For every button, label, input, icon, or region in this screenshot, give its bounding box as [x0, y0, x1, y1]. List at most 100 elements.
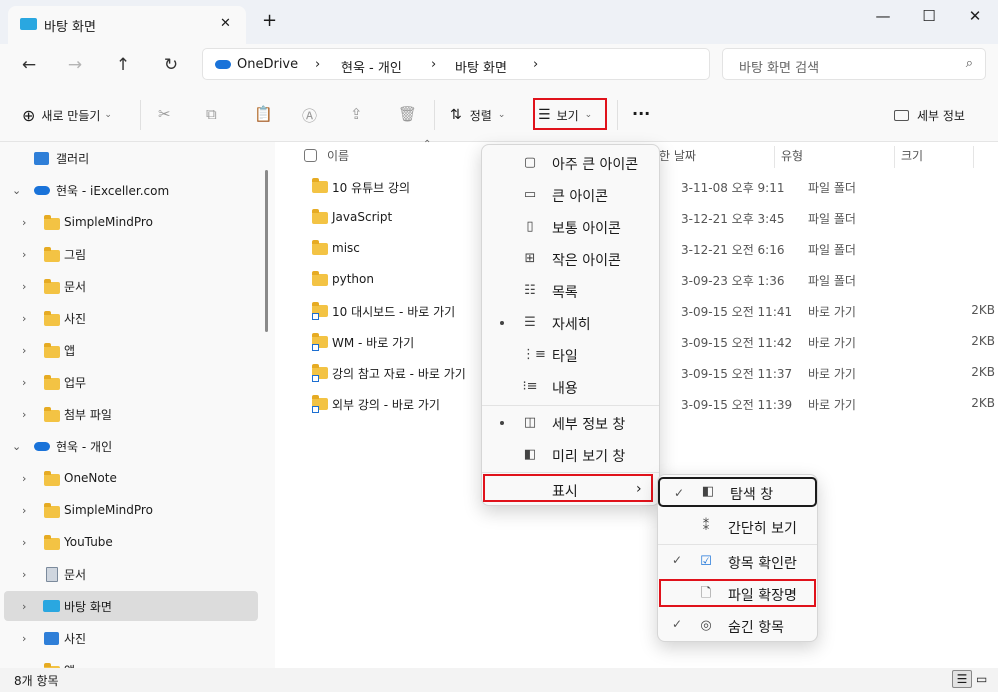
details-pane-button[interactable]: 세부 정보: [894, 102, 965, 128]
divider: [434, 100, 435, 130]
address-bar[interactable]: OneDrive › 현욱 - 개인 › 바탕 화면 ›: [202, 48, 710, 80]
menu-item-list[interactable]: ☷ 목록: [482, 275, 659, 307]
sort-button[interactable]: ⇅ 정렬 ⌄: [450, 102, 505, 128]
sidebar-item-simplemindpro-2[interactable]: › SimpleMindPro: [4, 495, 258, 525]
sidebar-item-work[interactable]: › 업무: [4, 367, 258, 397]
chevron-down-icon[interactable]: ⌄: [12, 184, 21, 197]
minimize-button[interactable]: —: [860, 0, 906, 32]
menu-item-preview-pane[interactable]: ◧ 미리 보기 창: [482, 439, 659, 471]
details-view-toggle[interactable]: ☰: [952, 670, 972, 688]
back-button[interactable]: ←: [14, 52, 44, 78]
sidebar-item-simplemindpro[interactable]: › SimpleMindPro: [4, 207, 258, 237]
sort-label: 정렬: [469, 108, 492, 123]
menu-item-extra-large-icons[interactable]: ▢ 아주 큰 아이콘: [482, 147, 659, 179]
chevron-right-icon[interactable]: ›: [22, 472, 26, 485]
close-window-button[interactable]: ✕: [952, 0, 998, 32]
search-box[interactable]: 바탕 화면 검색 ⌕: [722, 48, 986, 80]
sidebar-item-attachments[interactable]: › 첨부 파일: [4, 399, 258, 429]
chevron-right-icon[interactable]: ›: [22, 376, 26, 389]
column-divider[interactable]: [894, 146, 895, 168]
menu-item-label: 작은 아이콘: [552, 253, 621, 269]
new-button[interactable]: ⊕ 새로 만들기 ⌄: [22, 102, 112, 128]
menu-item-compact-view[interactable]: ⁑ 간단히 보기: [658, 511, 817, 543]
refresh-button[interactable]: ↻: [156, 52, 186, 78]
sidebar-item-documents[interactable]: › 문서: [4, 271, 258, 301]
file-date: 3-09-23 오후 1:36: [681, 274, 785, 288]
chevron-right-icon[interactable]: ›: [22, 280, 26, 293]
chevron-right-icon[interactable]: ›: [22, 504, 26, 517]
menu-item-details-pane[interactable]: ◫ 세부 정보 창: [482, 407, 659, 439]
sidebar-item-onenote[interactable]: › OneNote: [4, 463, 258, 493]
new-tab-button[interactable]: +: [262, 10, 277, 31]
chevron-down-icon[interactable]: ⌄: [12, 440, 21, 453]
column-divider[interactable]: [973, 146, 974, 168]
cut-icon[interactable]: ✂: [158, 105, 171, 123]
tab-close-button[interactable]: ✕: [220, 16, 231, 31]
new-label: 새로 만들기: [41, 108, 101, 123]
maximize-button[interactable]: ☐: [906, 0, 952, 32]
sidebar-item-documents-2[interactable]: › 문서: [4, 559, 258, 589]
menu-item-content[interactable]: ⁝≡ 내용: [482, 371, 659, 403]
menu-item-details[interactable]: ☰ 자세히: [482, 307, 659, 339]
menu-item-hidden-items[interactable]: ✓ ◎ 숨긴 항목: [658, 610, 817, 642]
chevron-right-icon[interactable]: ›: [22, 312, 26, 325]
column-header-type[interactable]: 유형: [781, 147, 803, 164]
column-header-date[interactable]: 한 날짜: [659, 147, 696, 164]
menu-item-item-checkboxes[interactable]: ✓ ☑ 항목 확인란: [658, 546, 817, 578]
share-icon[interactable]: ⇪: [350, 105, 363, 123]
sidebar-item-youtube[interactable]: › YouTube: [4, 527, 258, 557]
column-header-name[interactable]: 이름: [327, 147, 349, 164]
more-options-button[interactable]: ···: [632, 104, 650, 123]
menu-item-large-icons[interactable]: ▭ 큰 아이콘: [482, 179, 659, 211]
menu-item-small-icons[interactable]: ⊞ 작은 아이콘: [482, 243, 659, 275]
breadcrumb-sep[interactable]: ›: [533, 57, 538, 72]
sidebar-item-desktop[interactable]: › 바탕 화면: [4, 591, 258, 621]
chevron-right-icon[interactable]: ›: [22, 408, 26, 421]
column-divider[interactable]: [774, 146, 775, 168]
tiles-view-toggle[interactable]: ▭: [976, 672, 987, 686]
menu-item-label: 간단히 보기: [728, 521, 797, 537]
sidebar-scrollbar[interactable]: [265, 170, 268, 332]
menu-item-tiles[interactable]: ⋮≡ 타일: [482, 339, 659, 371]
tab-desktop[interactable]: 바탕 화면 ✕: [8, 6, 246, 44]
sidebar-item-pictures[interactable]: › 그림: [4, 239, 258, 269]
sidebar-item-apps-2[interactable]: › 앱: [4, 655, 258, 668]
sidebar-item-onedrive-iexceller[interactable]: ⌄ 현욱 - iExceller.com: [4, 175, 258, 205]
sidebar-item-photos-2[interactable]: › 사진: [4, 623, 258, 653]
select-all-checkbox[interactable]: [304, 149, 317, 162]
breadcrumb-desktop[interactable]: 바탕 화면: [455, 57, 507, 76]
chevron-right-icon[interactable]: ›: [22, 344, 26, 357]
file-size: 2KB: [971, 303, 995, 317]
delete-icon[interactable]: 🗑: [398, 105, 417, 123]
shortcut-arrow-icon: [312, 344, 319, 351]
chevron-right-icon[interactable]: ›: [22, 248, 26, 261]
menu-item-navigation-pane[interactable]: ✓ ◧ 탐색 창: [658, 477, 817, 507]
search-input[interactable]: 바탕 화면 검색: [739, 57, 819, 76]
monitor-icon: ▢: [523, 155, 537, 170]
chevron-right-icon[interactable]: ›: [22, 600, 26, 613]
rename-icon[interactable]: Ⓐ: [302, 105, 317, 126]
menu-item-medium-icons[interactable]: ▯ 보통 아이콘: [482, 211, 659, 243]
menu-item-label: 세부 정보 창: [552, 417, 626, 433]
sidebar-item-gallery[interactable]: 갤러리: [4, 143, 258, 173]
menu-item-label: 내용: [552, 381, 578, 397]
chevron-right-icon[interactable]: ›: [22, 536, 26, 549]
column-header-size[interactable]: 크기: [901, 147, 923, 164]
chevron-right-icon[interactable]: ›: [22, 568, 26, 581]
sidebar-item-onedrive-personal[interactable]: ⌄ 현욱 - 개인: [4, 431, 258, 461]
breadcrumb-onedrive[interactable]: OneDrive: [237, 57, 298, 72]
copy-icon[interactable]: ⧉: [206, 105, 217, 123]
breadcrumb-sep[interactable]: ›: [431, 57, 436, 72]
chevron-right-icon[interactable]: ›: [22, 632, 26, 645]
forward-button[interactable]: →: [60, 52, 90, 78]
sidebar-item-photos[interactable]: › 사진: [4, 303, 258, 333]
chevron-right-icon[interactable]: ›: [22, 216, 26, 229]
breadcrumb-sep[interactable]: ›: [315, 57, 320, 72]
sidebar-item-apps[interactable]: › 앱: [4, 335, 258, 365]
title-bar: 바탕 화면 ✕ + — ☐ ✕: [0, 0, 998, 44]
paste-icon[interactable]: 📋: [254, 105, 273, 123]
breadcrumb-personal[interactable]: 현욱 - 개인: [341, 57, 402, 76]
check-icon: ✓: [674, 486, 685, 500]
file-date: 3-09-15 오전 11:41: [681, 305, 793, 319]
up-button[interactable]: ↑: [108, 52, 138, 78]
